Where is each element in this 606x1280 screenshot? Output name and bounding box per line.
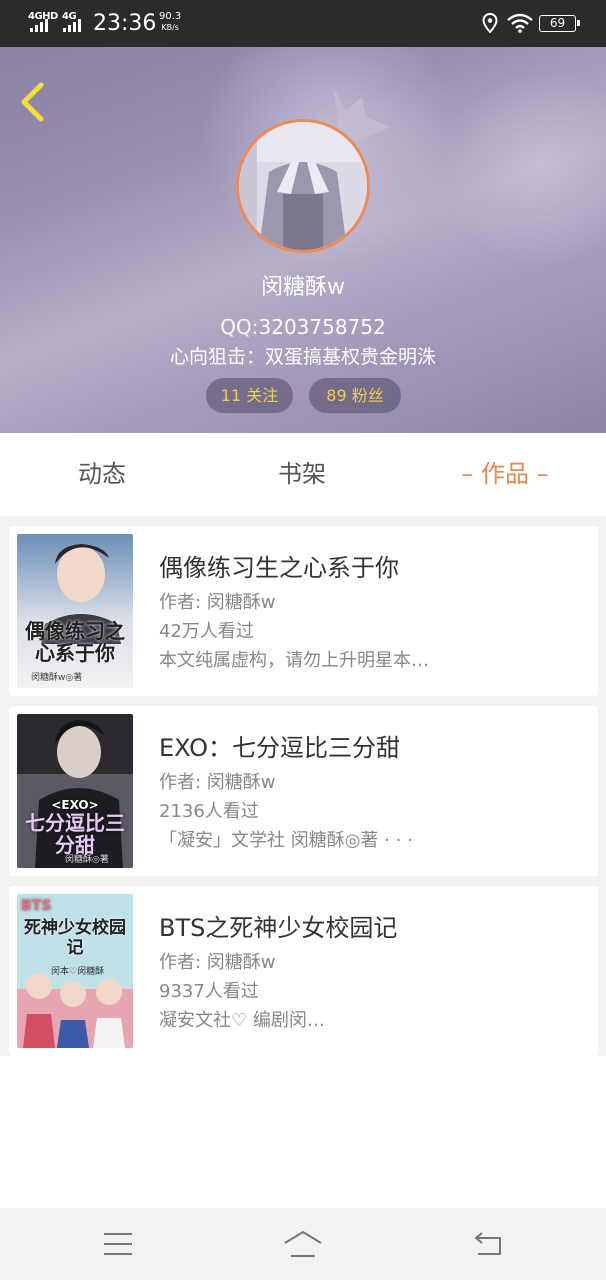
wifi-icon xyxy=(507,13,533,33)
cover-title-text: 偶像练习之心系于你 xyxy=(25,619,125,665)
book-description: 本文纯属虚构，请勿上升明星本… xyxy=(159,650,429,671)
book-cover[interactable]: <EXO> 七分逗比三分甜 闵糖酥◎著 xyxy=(17,714,133,868)
status-bar: 4GHD 4G 23:36 90.3 KB/s 69 xyxy=(0,0,606,47)
avatar-image xyxy=(239,122,367,250)
network-speed-unit: KB/s xyxy=(161,23,179,32)
tab-bookshelf[interactable]: 书架 xyxy=(252,433,352,516)
return-icon xyxy=(474,1232,501,1255)
signal-icon-1 xyxy=(30,19,50,32)
cover-author-text: 闵糖酥◎著 xyxy=(65,855,109,865)
book-views: 9337人看过 xyxy=(159,981,259,1002)
book-description: 「凝安」文学社 闵糖酥◎著 · · · xyxy=(159,830,413,851)
location-icon xyxy=(482,13,498,33)
book-card[interactable]: <EXO> 七分逗比三分甜 闵糖酥◎著 EXO：七分逗比三分甜 作者: 闵糖酥w… xyxy=(9,706,598,876)
following-count-button[interactable]: 11 关注 xyxy=(206,378,293,413)
cover-author-text: 闵糖酥w◎著 xyxy=(31,673,83,683)
cover-tag-text: <EXO> xyxy=(51,798,99,812)
network-speed-value: 90.3 xyxy=(159,11,182,22)
book-cover[interactable]: 偶像练习之心系于你 闵糖酥w◎著 xyxy=(17,534,133,688)
book-cover[interactable]: BTS 死神少女校园记 闵本♡闵糖酥 xyxy=(17,894,133,1048)
menu-icon xyxy=(104,1233,132,1255)
menu-button[interactable] xyxy=(96,1224,140,1264)
book-author: 作者: 闵糖酥w xyxy=(159,772,276,793)
fans-count-button[interactable]: 89 粉丝 xyxy=(309,378,401,413)
cover-tag-text: BTS xyxy=(21,898,52,914)
clock: 23:36 xyxy=(93,11,157,36)
qq-number: QQ:3203758752 xyxy=(220,315,386,339)
book-views: 2136人看过 xyxy=(159,801,259,822)
book-card[interactable]: 偶像练习之心系于你 闵糖酥w◎著 偶像练习生之心系于你 作者: 闵糖酥w 42万… xyxy=(9,526,598,696)
book-views: 42万人看过 xyxy=(159,621,254,642)
book-card[interactable]: BTS 死神少女校园记 闵本♡闵糖酥 BTS之死神少女校园记 作者: 闵糖酥w … xyxy=(9,886,598,1056)
battery-indicator: 69 xyxy=(539,15,580,32)
system-nav-bar xyxy=(0,1208,606,1280)
book-title: BTS之死神少女校园记 xyxy=(159,914,398,942)
works-list: 偶像练习之心系于你 闵糖酥w◎著 偶像练习生之心系于你 作者: 闵糖酥w 42万… xyxy=(0,516,606,1056)
book-title: 偶像练习生之心系于你 xyxy=(159,554,399,582)
bio: 心向狙击：双蛋搞基权贵金明洙 xyxy=(169,346,436,368)
signal-icon-2 xyxy=(63,19,83,32)
cover-author-text: 闵本♡闵糖酥 xyxy=(51,967,105,977)
tab-works[interactable]: – 作品 – xyxy=(440,433,570,516)
tab-activity[interactable]: 动态 xyxy=(52,433,152,516)
home-button[interactable] xyxy=(281,1224,325,1264)
book-author: 作者: 闵糖酥w xyxy=(159,592,276,613)
avatar[interactable] xyxy=(236,119,370,253)
back-nav-button[interactable] xyxy=(466,1224,510,1264)
chevron-left-icon xyxy=(21,82,44,122)
book-description: 凝安文社♡ 编剧闵… xyxy=(159,1010,325,1031)
tab-bar: 动态 书架 – 作品 – xyxy=(0,433,606,516)
network-speed: 90.3 KB/s xyxy=(159,11,181,33)
home-icon xyxy=(284,1230,322,1257)
book-title: EXO：七分逗比三分甜 xyxy=(159,734,400,762)
back-button[interactable] xyxy=(14,81,50,123)
cover-title-text: 死神少女校园记 xyxy=(24,918,126,958)
book-author: 作者: 闵糖酥w xyxy=(159,952,276,973)
cover-title-text: 七分逗比三分甜 xyxy=(25,811,125,857)
username: 闵糖酥w xyxy=(261,275,345,300)
profile-header: 闵糖酥w QQ:3203758752 心向狙击：双蛋搞基权贵金明洙 11 关注 … xyxy=(0,47,606,433)
